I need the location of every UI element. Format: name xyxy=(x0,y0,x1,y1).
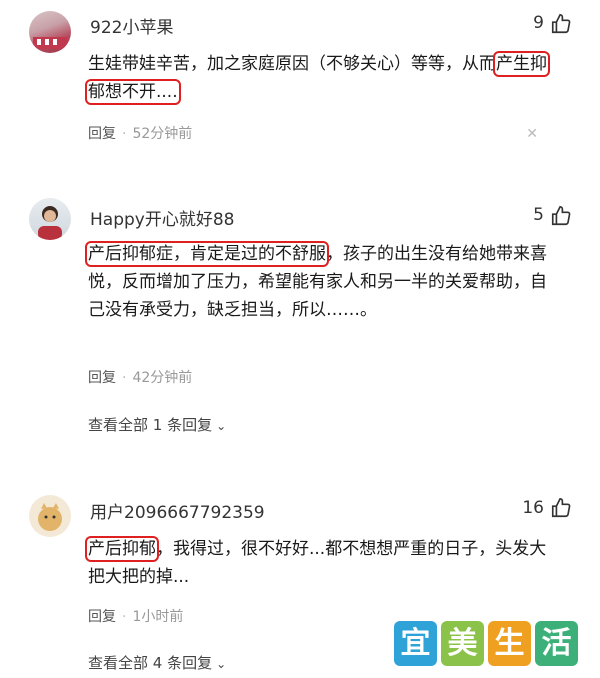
reply-button[interactable]: 回复 xyxy=(88,370,116,386)
comment-meta: 回复 · 1小时前 xyxy=(88,609,184,625)
like-count: 5 xyxy=(533,205,544,225)
comment-text: 产后抑郁症，肯定是过的不舒服，孩子的出生没有给她带来喜悦，反而增加了压力，希望能… xyxy=(85,241,547,320)
watermark-char: 美 xyxy=(441,621,484,666)
comment-text: 产后抑郁，我得过，很不好好...都不想想严重的日子，头发大把大把的掉... xyxy=(85,536,547,587)
timestamp: 52分钟前 xyxy=(132,126,193,142)
like-count: 9 xyxy=(533,13,544,33)
watermark-char: 活 xyxy=(535,621,578,666)
timestamp: 42分钟前 xyxy=(132,370,193,386)
username[interactable]: 922小苹果 xyxy=(90,13,173,38)
highlight: 产后抑郁 xyxy=(85,536,159,562)
avatar[interactable] xyxy=(29,198,71,240)
view-all-replies[interactable]: 查看全部 4 条回复 ⌄ xyxy=(88,652,226,673)
chevron-down-icon: ⌄ xyxy=(216,419,227,433)
comment-text: 生娃带娃辛苦，加之家庭原因（不够关心）等等，从而产生抑郁想不开.... xyxy=(85,51,550,105)
thumbs-up-icon[interactable] xyxy=(550,497,572,519)
chevron-down-icon: ⌄ xyxy=(216,657,227,671)
avatar[interactable] xyxy=(29,11,71,53)
comment-meta: 回复 · 42分钟前 xyxy=(88,370,193,386)
username[interactable]: 用户2096667792359 xyxy=(90,498,265,523)
reply-button[interactable]: 回复 xyxy=(88,126,116,142)
reply-button[interactable]: 回复 xyxy=(88,609,116,625)
highlight: 产后抑郁症，肯定是过的不舒服 xyxy=(85,241,329,267)
watermark-char: 宜 xyxy=(394,621,437,666)
thumbs-up-icon[interactable] xyxy=(550,13,572,35)
view-all-replies[interactable]: 查看全部 1 条回复 ⌄ xyxy=(88,414,226,435)
timestamp: 1小时前 xyxy=(132,609,184,625)
like-count: 16 xyxy=(522,498,544,518)
avatar[interactable] xyxy=(29,495,71,537)
comment-meta: 回复 · 52分钟前 xyxy=(88,126,193,142)
thumbs-up-icon[interactable] xyxy=(550,205,572,227)
watermark-char: 生 xyxy=(488,621,531,666)
username[interactable]: Happy开心就好88 xyxy=(90,205,234,230)
close-icon[interactable]: ✕ xyxy=(526,126,538,142)
